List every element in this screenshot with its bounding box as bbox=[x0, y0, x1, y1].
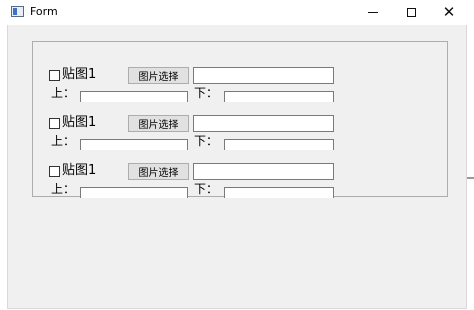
image-path-input[interactable] bbox=[193, 163, 334, 180]
minimize-icon bbox=[368, 12, 378, 13]
resize-grip[interactable] bbox=[467, 177, 474, 179]
texture-row: 贴图1 图片选择 上： 下： bbox=[33, 67, 449, 111]
select-image-button[interactable]: 图片选择 bbox=[128, 115, 189, 132]
up-label: 上： bbox=[51, 86, 76, 100]
up-input[interactable] bbox=[80, 187, 188, 198]
image-path-input[interactable] bbox=[193, 67, 334, 84]
form-window: Form ✕ 贴图1 图片选择 上： 下： 贴图1 图片选择 上： 下： 贴图1… bbox=[0, 0, 474, 310]
up-label: 上： bbox=[51, 182, 76, 196]
texture-row: 贴图1 图片选择 上： 下： bbox=[33, 115, 449, 159]
up-label: 上： bbox=[51, 134, 76, 148]
down-input[interactable] bbox=[224, 139, 334, 150]
texture-checkbox[interactable] bbox=[49, 70, 60, 81]
down-label: 下： bbox=[194, 182, 219, 196]
close-button[interactable]: ✕ bbox=[430, 0, 468, 25]
texture-checkbox[interactable] bbox=[49, 166, 60, 177]
title-bar[interactable]: Form ✕ bbox=[0, 0, 474, 25]
texture-checkbox[interactable] bbox=[49, 118, 60, 129]
select-image-button[interactable]: 图片选择 bbox=[128, 67, 189, 84]
maximize-button[interactable] bbox=[392, 0, 430, 25]
window-title: Form bbox=[30, 5, 58, 18]
texture-checkbox-label[interactable]: 贴图1 bbox=[62, 115, 96, 131]
maximize-icon bbox=[406, 8, 416, 17]
down-input[interactable] bbox=[224, 91, 334, 102]
up-input[interactable] bbox=[80, 91, 188, 102]
up-input[interactable] bbox=[80, 139, 188, 150]
texture-checkbox-label[interactable]: 贴图1 bbox=[62, 163, 96, 179]
texture-groupbox: 贴图1 图片选择 上： 下： 贴图1 图片选择 上： 下： 贴图1 图片选择 上… bbox=[32, 41, 449, 198]
form-client-area: 贴图1 图片选择 上： 下： 贴图1 图片选择 上： 下： 贴图1 图片选择 上… bbox=[7, 25, 467, 309]
image-path-input[interactable] bbox=[193, 115, 334, 132]
texture-row: 贴图1 图片选择 上： 下： bbox=[33, 163, 449, 207]
down-label: 下： bbox=[194, 134, 219, 148]
down-input[interactable] bbox=[224, 187, 334, 198]
down-label: 下： bbox=[194, 86, 219, 100]
minimize-button[interactable] bbox=[354, 0, 392, 25]
select-image-button[interactable]: 图片选择 bbox=[128, 163, 189, 180]
app-window-icon bbox=[11, 6, 24, 17]
close-icon: ✕ bbox=[442, 3, 456, 21]
texture-checkbox-label[interactable]: 贴图1 bbox=[62, 67, 96, 83]
